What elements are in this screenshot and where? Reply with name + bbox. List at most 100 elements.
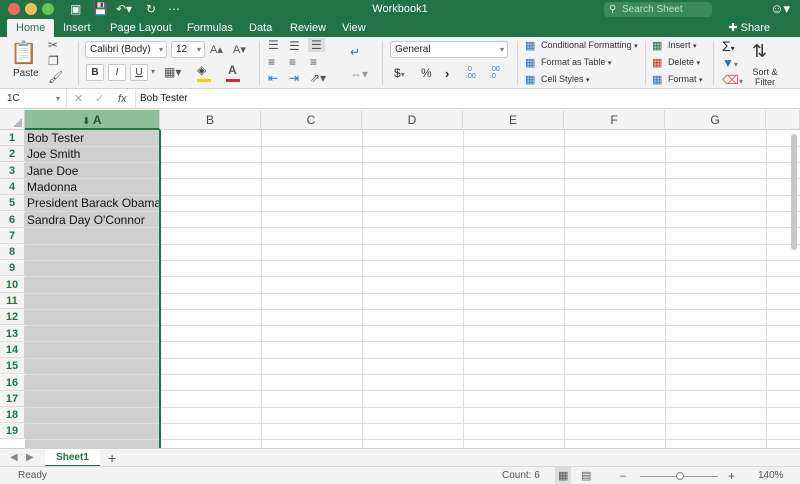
cut-icon[interactable]: ✂ [48,38,58,52]
clear-icon[interactable]: ⌫▾ [722,73,743,87]
chevron-down-icon[interactable]: ▾ [151,67,155,76]
cell-a6[interactable]: Sandra Day O'Connor [27,212,145,228]
cell-a5[interactable]: President Barack Obama [27,195,161,211]
tab-home[interactable]: Home [7,19,55,37]
column-header-a[interactable]: ⬇ A [25,110,160,130]
row-header[interactable]: 17 [0,390,25,407]
underline-button[interactable]: U [130,64,148,81]
paste-label[interactable]: Paste [13,68,39,79]
cell-a4[interactable]: Madonna [27,179,77,195]
tab-data[interactable]: Data [249,19,272,37]
cell-a2[interactable]: Joe Smith [27,146,80,162]
decrease-font-size-icon[interactable]: A▾ [233,43,246,56]
borders-icon[interactable]: ▦▾ [164,65,181,79]
number-format-select[interactable]: General ▾ [390,41,508,58]
format-as-table-button[interactable]: Format as Table ▾ [541,57,611,67]
sheet-tab-sheet1[interactable]: Sheet1 [45,449,100,467]
row-header[interactable]: 8 [0,244,25,261]
row-header[interactable]: 4 [0,178,25,195]
row-header[interactable]: 12 [0,309,25,326]
name-box[interactable]: 1C ▾ [4,91,62,107]
orientation-icon[interactable]: ⇗▾ [310,71,326,85]
row-header[interactable]: 14 [0,341,25,358]
tab-view[interactable]: View [342,19,366,37]
delete-cells-button[interactable]: Delete ▾ [668,57,700,67]
cell-a3[interactable]: Jane Doe [27,163,78,179]
row-header[interactable]: 16 [0,374,25,391]
row-header[interactable]: 3 [0,162,25,179]
row-header[interactable]: 6 [0,211,25,228]
autosum-icon[interactable]: Σ▾ [722,38,735,54]
tab-review[interactable]: Review [290,19,326,37]
increase-font-size-icon[interactable]: A▴ [210,43,223,56]
percent-button[interactable]: % [421,66,432,80]
decrease-indent-icon[interactable]: ⇤ [268,71,278,85]
align-middle-icon[interactable]: ☰ [289,39,300,53]
row-header[interactable]: 9 [0,260,25,277]
column-header-d[interactable]: D [362,110,463,130]
worksheet-grid[interactable]: ⬇ A B C D E F G 1 2 3 4 5 6 7 8 9 10 11 12 13 14 15 16 1… [0,110,800,448]
row-header[interactable]: 13 [0,325,25,342]
previous-sheet-icon[interactable]: ◀ [10,449,18,467]
zoom-slider-handle[interactable] [676,472,684,480]
row-header[interactable]: 18 [0,407,25,424]
font-color-icon[interactable]: A [228,63,237,77]
share-button[interactable]: ✚ Share [728,19,770,37]
merge-center-icon[interactable]: ⇔▾ [350,67,368,81]
sort-filter-icon[interactable]: ⇅ [752,41,767,62]
decrease-decimal-button[interactable]: .00 .0 [490,66,506,80]
zoom-out-button[interactable]: – [620,467,626,484]
normal-view-icon[interactable]: ▦ [555,467,572,484]
copy-icon[interactable]: ❐ [48,54,59,68]
formula-input[interactable]: Bob Tester [140,91,188,107]
row-header[interactable]: 11 [0,293,25,309]
row-header[interactable]: 15 [0,358,25,375]
page-layout-view-icon[interactable]: ▤ [581,467,591,484]
column-header-g[interactable]: G [665,110,766,130]
feedback-smiley-icon[interactable]: ☺▾ [770,1,790,17]
select-all-button[interactable] [0,110,25,130]
insert-cells-button[interactable]: Insert ▾ [668,40,697,50]
bold-button[interactable]: B [86,64,104,81]
fill-color-icon[interactable]: ◈ [197,63,206,77]
cell-styles-button[interactable]: Cell Styles ▾ [541,74,590,84]
tab-page-layout[interactable]: Page Layout [110,19,172,37]
row-header[interactable]: 1 [0,130,25,146]
align-right-icon[interactable]: ≡ [310,55,317,69]
zoom-in-button[interactable]: + [728,467,735,484]
format-painter-icon[interactable]: 🖌 [48,70,63,84]
add-sheet-button[interactable]: + [108,449,116,467]
insert-function-button[interactable]: fx [118,91,127,107]
align-center-icon[interactable]: ≡ [289,55,296,69]
increase-decimal-button[interactable]: .0 .00 [466,66,482,80]
column-header-c[interactable]: C [261,110,362,130]
font-name-select[interactable]: Calibri (Body) ▾ [85,41,167,58]
format-cells-button[interactable]: Format ▾ [668,74,703,84]
conditional-formatting-button[interactable]: Conditional Formatting ▾ [541,40,638,50]
align-left-icon[interactable]: ≡ [268,55,275,69]
search-sheet-input[interactable]: ⚲ Search Sheet [604,2,712,17]
align-bottom-icon[interactable]: ☰ [308,38,325,52]
cancel-icon[interactable]: ✕ [74,91,83,107]
comma-style-button[interactable]: › [445,66,449,81]
row-header[interactable]: 2 [0,146,25,163]
row-header[interactable]: 10 [0,276,25,293]
next-sheet-icon[interactable]: ▶ [26,449,34,467]
align-top-icon[interactable]: ☰ [268,38,279,52]
row-header[interactable]: 5 [0,195,25,212]
paste-icon[interactable]: 📋 [10,40,37,66]
wrap-text-icon[interactable]: ↵ [350,45,360,59]
increase-indent-icon[interactable]: ⇥ [289,71,299,85]
font-size-select[interactable]: 12 ▾ [171,41,205,58]
row-header[interactable]: 19 [0,423,25,440]
column-header-h[interactable] [766,110,800,130]
confirm-icon[interactable]: ✓ [95,91,104,107]
vertical-scrollbar[interactable] [791,134,797,250]
tab-formulas[interactable]: Formulas [187,19,233,37]
currency-button[interactable]: $▾ [394,66,405,80]
column-header-b[interactable]: B [160,110,261,130]
row-header[interactable]: 7 [0,227,25,244]
column-header-f[interactable]: F [564,110,665,130]
tab-insert[interactable]: Insert [63,19,91,37]
cell-a1[interactable]: Bob Tester [27,130,84,146]
